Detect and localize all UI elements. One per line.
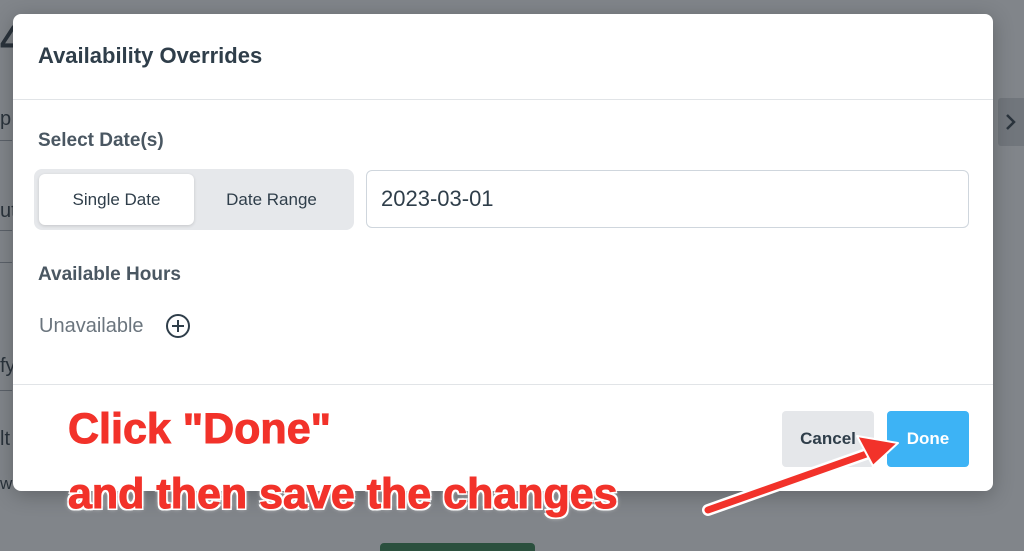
available-hours-label: Available Hours bbox=[38, 264, 181, 285]
single-date-option[interactable]: Single Date bbox=[39, 174, 194, 225]
unavailable-row: Unavailable bbox=[39, 313, 191, 339]
unavailable-text: Unavailable bbox=[39, 314, 144, 337]
modal-body: Select Date(s) Single Date Date Range Av… bbox=[13, 100, 993, 385]
select-dates-label: Select Date(s) bbox=[38, 130, 164, 151]
date-mode-toggle: Single Date Date Range bbox=[34, 169, 354, 230]
plus-circle-icon[interactable] bbox=[165, 313, 191, 339]
done-button[interactable]: Done bbox=[887, 411, 969, 467]
annotation-text: and then save the changes bbox=[68, 470, 619, 519]
cancel-button[interactable]: Cancel bbox=[782, 411, 874, 467]
modal-title: Availability Overrides bbox=[38, 43, 263, 68]
date-input[interactable] bbox=[366, 170, 969, 228]
modal-header: Availability Overrides bbox=[13, 14, 993, 100]
annotation-text: Click "Done" bbox=[68, 405, 332, 454]
date-range-option[interactable]: Date Range bbox=[194, 174, 349, 225]
